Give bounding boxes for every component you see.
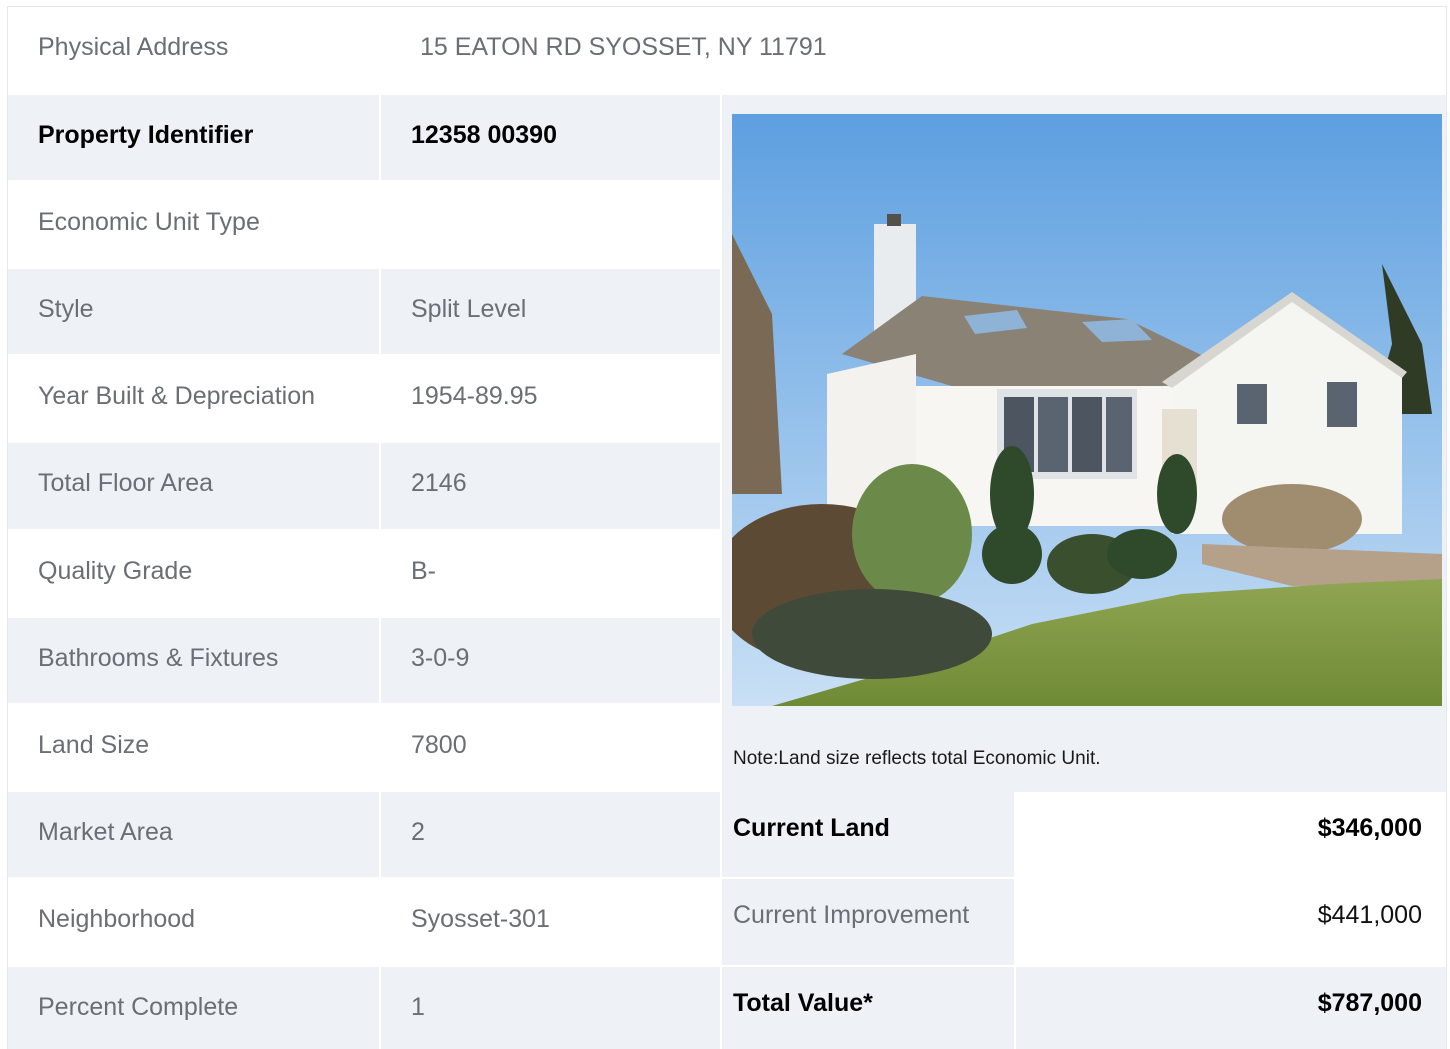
row-bathrooms-value: 3-0-9: [381, 618, 720, 703]
row-total-floor-area-value: 2146: [381, 443, 720, 529]
current-land-label-cell: Current Land: [722, 792, 1014, 877]
total-value-label-cell: Total Value*: [722, 967, 1014, 1049]
row-year-built-label: Year Built & Depreciation: [8, 356, 379, 441]
property-photo: [732, 114, 1442, 706]
row-property-identifier-value: 12358 00390: [381, 95, 720, 180]
current-land-value-cell: $346,000: [1016, 792, 1446, 877]
row-market-area-value: 2: [381, 792, 720, 877]
row-quality-grade-value: B-: [381, 531, 720, 616]
row-style-label: Style: [8, 269, 379, 354]
current-improvement-value: $441,000: [1317, 901, 1422, 929]
current-improvement-label: Current Improvement: [733, 901, 970, 929]
address-label-cell: Physical Address: [8, 7, 379, 93]
current-land-value: $346,000: [1317, 814, 1422, 842]
row-style-value: Split Level: [381, 269, 720, 354]
total-value-value: $787,000: [1317, 989, 1422, 1017]
row-economic-unit-type-value: [381, 182, 720, 267]
current-improvement-value-cell: $441,000: [1016, 879, 1446, 965]
row-percent-complete-value: 1: [381, 967, 720, 1049]
address-label: Physical Address: [38, 33, 229, 61]
row-total-floor-area-label: Total Floor Area: [8, 443, 379, 529]
current-improvement-label-cell: Current Improvement: [722, 879, 1014, 965]
row-economic-unit-type-label: Economic Unit Type: [8, 182, 379, 267]
address-value: 15 EATON RD SYOSSET, NY 11791: [420, 33, 827, 61]
row-neighborhood-label: Neighborhood: [8, 879, 379, 965]
row-neighborhood-value: Syosset-301: [381, 879, 720, 965]
row-land-size-value: 7800: [381, 705, 720, 790]
row-percent-complete-label: Percent Complete: [8, 967, 379, 1049]
row-market-area-label: Market Area: [8, 792, 379, 877]
row-property-identifier-label: Property Identifier: [8, 95, 379, 180]
row-year-built-value: 1954-89.95: [381, 356, 720, 441]
row-quality-grade-label: Quality Grade: [8, 531, 379, 616]
row-bathrooms-label: Bathrooms & Fixtures: [8, 618, 379, 703]
address-value-cell: 15 EATON RD SYOSSET, NY 11791: [381, 7, 1446, 93]
total-value-value-cell: $787,000: [1016, 967, 1446, 1049]
row-land-size-label: Land Size: [8, 705, 379, 790]
land-size-note: Note:Land size reflects total Economic U…: [733, 748, 1101, 769]
total-value-label: Total Value*: [733, 989, 873, 1017]
current-land-label: Current Land: [733, 814, 890, 842]
